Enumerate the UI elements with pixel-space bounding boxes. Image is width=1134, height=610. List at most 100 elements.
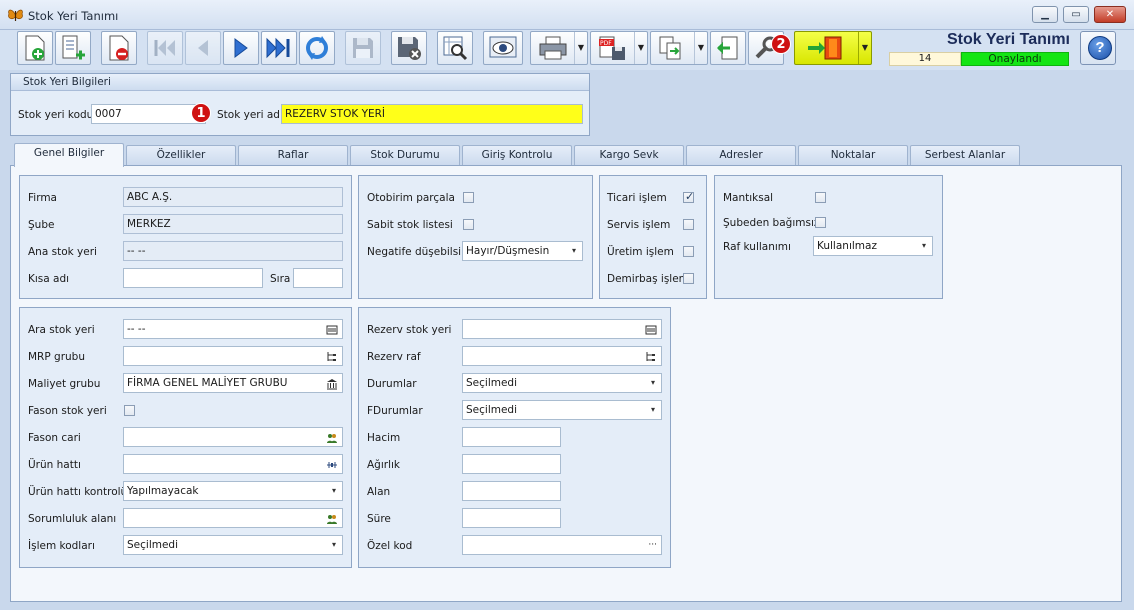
next-record-icon: [234, 38, 248, 58]
rezerv-stok-input[interactable]: [462, 319, 662, 339]
servis-checkbox[interactable]: [683, 219, 694, 230]
ticari-label: Ticari işlem: [607, 192, 667, 204]
next-record-button[interactable]: [223, 31, 259, 65]
new-list-button[interactable]: [55, 31, 91, 65]
sure-input[interactable]: [462, 508, 561, 528]
sira-label: Sıra: [270, 273, 291, 285]
save-cancel-icon: [398, 37, 421, 60]
sube-field: MERKEZ: [123, 214, 343, 234]
tab-noktalar[interactable]: Noktalar: [798, 145, 908, 165]
stock-code-input[interactable]: 0007: [91, 104, 206, 124]
ara-stok-value: -- --: [127, 323, 146, 335]
preview-button[interactable]: [483, 31, 523, 65]
raf-kullanimi-select[interactable]: Kullanılmaz: [813, 236, 933, 256]
stock-name-input[interactable]: REZERV STOK YERİ: [281, 104, 583, 124]
delete-button[interactable]: [101, 31, 137, 65]
mantiksal-label: Mantıksal: [723, 192, 774, 204]
demirbas-checkbox[interactable]: [683, 273, 694, 284]
tab-raflar[interactable]: Raflar: [238, 145, 348, 165]
subeden-label: Şubeden bağımsız: [723, 217, 820, 229]
rezerv-stok-label: Rezerv stok yeri: [367, 324, 452, 336]
islem-kodlari-select[interactable]: Seçilmedi: [123, 535, 343, 555]
first-record-button[interactable]: [147, 31, 183, 65]
ticari-checkbox[interactable]: [683, 190, 694, 203]
maximize-button[interactable]: ▭: [1063, 6, 1089, 23]
fason-stok-checkbox[interactable]: [124, 405, 135, 416]
close-button[interactable]: ✕: [1094, 6, 1126, 23]
agirlik-input[interactable]: [462, 454, 561, 474]
last-record-button[interactable]: [261, 31, 297, 65]
ana-stok-label: Ana stok yeri: [28, 246, 97, 258]
fdurumlar-label: FDurumlar: [367, 405, 423, 417]
panel-title: Stok Yeri Bilgileri: [11, 74, 589, 91]
sabit-stok-checkbox[interactable]: [463, 219, 474, 230]
tab-ozellikler[interactable]: Özellikler: [126, 145, 236, 165]
bank-icon[interactable]: [326, 378, 338, 390]
copy-dropdown-arrow[interactable]: ▼: [694, 32, 707, 64]
previous-record-icon: [198, 40, 208, 56]
mantiksal-checkbox[interactable]: [815, 192, 826, 203]
barcode-icon[interactable]: [326, 324, 338, 336]
alan-input[interactable]: [462, 481, 561, 501]
tree-icon[interactable]: [326, 351, 338, 363]
tree-icon[interactable]: [645, 351, 657, 363]
copy-button[interactable]: ▼: [650, 31, 708, 65]
minimize-button[interactable]: ▁: [1032, 6, 1058, 23]
ellipsis-button[interactable]: ···: [648, 536, 657, 554]
record-number: 14: [889, 52, 961, 66]
print-icon: [539, 36, 567, 60]
new-list-icon: [62, 35, 85, 60]
sorumluluk-input[interactable]: [123, 508, 343, 528]
print-dropdown-arrow[interactable]: ▼: [574, 32, 587, 64]
fdurumlar-select[interactable]: Seçilmedi: [462, 400, 662, 420]
agirlik-label: Ağırlık: [367, 459, 400, 471]
sira-input[interactable]: [293, 268, 343, 288]
users-icon[interactable]: [326, 432, 338, 444]
mrp-input[interactable]: [123, 346, 343, 366]
tab-stok-durumu[interactable]: Stok Durumu: [350, 145, 460, 165]
negatife-select[interactable]: Hayır/Düşmesin: [462, 241, 583, 261]
kisa-adi-input[interactable]: [123, 268, 263, 288]
uretim-checkbox[interactable]: [683, 246, 694, 257]
fason-cari-input[interactable]: [123, 427, 343, 447]
pdf-dropdown-arrow[interactable]: ▼: [634, 32, 647, 64]
cancel-save-button[interactable]: [391, 31, 427, 65]
tab-giris-kontrolu[interactable]: Giriş Kontrolu: [462, 145, 572, 165]
otobirim-checkbox[interactable]: [463, 192, 474, 203]
line-icon[interactable]: [326, 459, 338, 471]
durumlar-label: Durumlar: [367, 378, 417, 390]
tab-kargo-sevk[interactable]: Kargo Sevk: [574, 145, 684, 165]
new-document-icon: [25, 35, 45, 61]
print-button[interactable]: ▼: [530, 31, 588, 65]
previous-record-button[interactable]: [185, 31, 221, 65]
search-button[interactable]: [437, 31, 473, 65]
ana-stok-field: -- --: [123, 241, 343, 261]
refresh-button[interactable]: [299, 31, 335, 65]
pdf-export-icon: PDF: [599, 36, 625, 60]
exit-dropdown-arrow[interactable]: ▼: [858, 32, 871, 64]
save-button[interactable]: [345, 31, 381, 65]
tab-serbest-alanlar[interactable]: Serbest Alanlar: [910, 145, 1020, 165]
durumlar-select[interactable]: Seçilmedi: [462, 373, 662, 393]
butterfly-app-icon: [8, 9, 23, 21]
ara-stok-input[interactable]: -- --: [123, 319, 343, 339]
exit-button[interactable]: ▼: [794, 31, 872, 65]
ozel-kod-input[interactable]: ···: [462, 535, 662, 555]
back-button[interactable]: [710, 31, 746, 65]
subeden-checkbox[interactable]: [815, 217, 826, 228]
help-button[interactable]: ?: [1080, 31, 1116, 65]
urun-kontrol-label: Ürün hattı kontrolü: [28, 486, 128, 498]
tab-adresler[interactable]: Adresler: [686, 145, 796, 165]
urun-kontrol-select[interactable]: Yapılmayacak: [123, 481, 343, 501]
rezerv-raf-input[interactable]: [462, 346, 662, 366]
pdf-export-button[interactable]: PDF ▼: [590, 31, 648, 65]
hacim-input[interactable]: [462, 427, 561, 447]
new-button[interactable]: [17, 31, 53, 65]
title-bar: [0, 0, 1134, 30]
help-icon: ?: [1088, 36, 1112, 60]
tab-genel-bilgiler[interactable]: Genel Bilgiler: [14, 143, 124, 167]
maliyet-input[interactable]: FİRMA GENEL MALİYET GRUBU: [123, 373, 343, 393]
urun-hatti-input[interactable]: [123, 454, 343, 474]
barcode-icon[interactable]: [645, 324, 657, 336]
users-icon[interactable]: [326, 513, 338, 525]
